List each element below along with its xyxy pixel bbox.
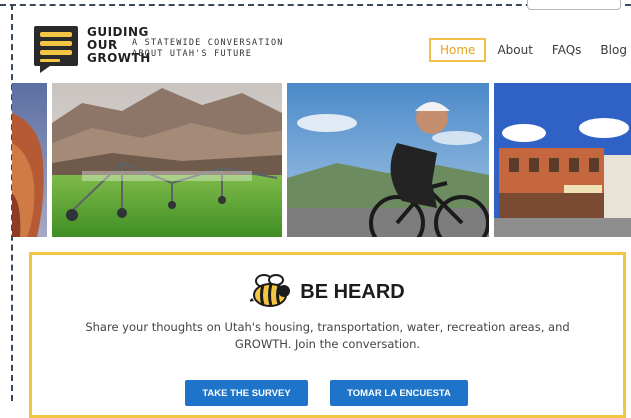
speech-bubble-logo-icon[interactable]: [32, 24, 80, 74]
red-rock-cliffs-photo: [12, 83, 47, 237]
card-body-text: Share your thoughts on Utah's housing, t…: [85, 320, 570, 351]
be-heard-card: BE HEARD Share your thoughts on Utah's h…: [29, 252, 626, 418]
cyclist-photo: [287, 83, 489, 237]
irrigation-field-photo: [52, 83, 282, 237]
tagline-line-1: A STATEWIDE CONVERSATION: [132, 38, 284, 48]
card-title-row: BE HEARD: [32, 274, 623, 310]
card-title: BE HEARD: [300, 280, 405, 303]
nav-home[interactable]: Home: [429, 38, 487, 62]
tomar-encuesta-button[interactable]: TOMAR LA ENCUESTA: [330, 380, 468, 406]
bee-icon: [250, 274, 291, 307]
nav-blog[interactable]: Blog: [600, 43, 627, 57]
nav-about[interactable]: About: [497, 43, 532, 57]
browser-corner-tab: [527, 0, 621, 10]
small-town-street-photo: [494, 83, 631, 237]
brand-tagline: A STATEWIDE CONVERSATION ABOUT UTAH'S FU…: [132, 38, 284, 60]
site-header: GUIDING OUR GROWTH A STATEWIDE CONVERSAT…: [12, 10, 631, 82]
tagline-line-2: ABOUT UTAH'S FUTURE: [132, 49, 253, 59]
nav-faqs[interactable]: FAQs: [552, 43, 582, 57]
take-survey-button[interactable]: TAKE THE SURVEY: [185, 380, 308, 406]
main-nav: Home About FAQs Blog: [429, 37, 627, 63]
hero-photo-strip: [12, 83, 631, 237]
